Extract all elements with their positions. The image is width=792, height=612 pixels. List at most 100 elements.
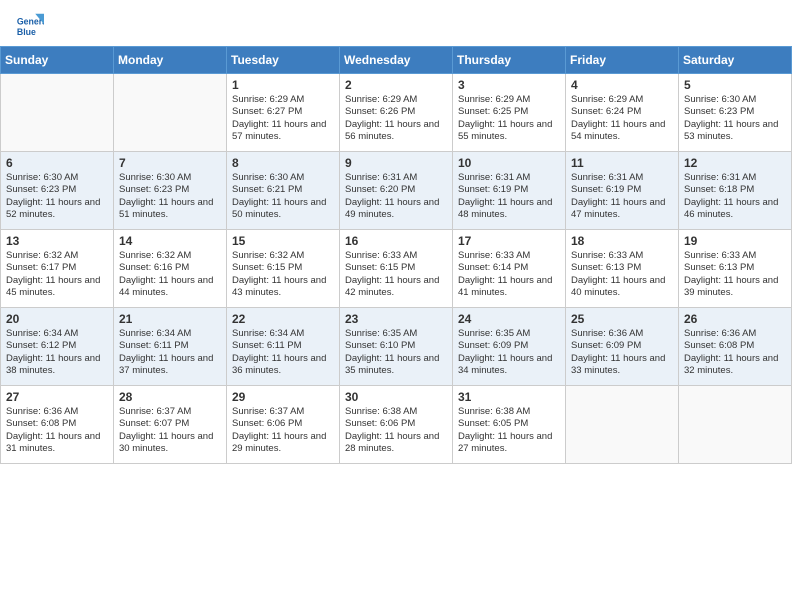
day-info: Sunrise: 6:34 AMSunset: 6:12 PMDaylight:… <box>6 328 108 377</box>
day-info: Sunrise: 6:37 AMSunset: 6:07 PMDaylight:… <box>119 406 221 455</box>
calendar-cell: 8 Sunrise: 6:30 AMSunset: 6:21 PMDaylight… <box>227 152 340 230</box>
day-info: Sunrise: 6:30 AMSunset: 6:23 PMDaylight:… <box>119 172 221 221</box>
day-info: Sunrise: 6:30 AMSunset: 6:21 PMDaylight:… <box>232 172 334 221</box>
day-number: 17 <box>458 234 560 248</box>
calendar-cell: 19 Sunrise: 6:33 AMSunset: 6:13 PMDayligh… <box>679 230 792 308</box>
day-info: Sunrise: 6:31 AMSunset: 6:19 PMDaylight:… <box>571 172 673 221</box>
calendar-week-row: 13 Sunrise: 6:32 AMSunset: 6:17 PMDayligh… <box>1 230 792 308</box>
day-number: 18 <box>571 234 673 248</box>
calendar-cell: 10 Sunrise: 6:31 AMSunset: 6:19 PMDayligh… <box>453 152 566 230</box>
calendar-cell: 13 Sunrise: 6:32 AMSunset: 6:17 PMDayligh… <box>1 230 114 308</box>
logo-icon: General Blue <box>16 12 44 40</box>
calendar-cell: 23 Sunrise: 6:35 AMSunset: 6:10 PMDayligh… <box>340 308 453 386</box>
calendar-cell: 2 Sunrise: 6:29 AMSunset: 6:26 PMDaylight… <box>340 74 453 152</box>
weekday-header-friday: Friday <box>566 47 679 74</box>
calendar-week-row: 6 Sunrise: 6:30 AMSunset: 6:23 PMDaylight… <box>1 152 792 230</box>
day-number: 3 <box>458 78 560 92</box>
day-info: Sunrise: 6:33 AMSunset: 6:14 PMDaylight:… <box>458 250 560 299</box>
day-info: Sunrise: 6:29 AMSunset: 6:25 PMDaylight:… <box>458 94 560 143</box>
day-number: 14 <box>119 234 221 248</box>
day-number: 25 <box>571 312 673 326</box>
day-info: Sunrise: 6:33 AMSunset: 6:13 PMDaylight:… <box>571 250 673 299</box>
day-number: 22 <box>232 312 334 326</box>
day-number: 6 <box>6 156 108 170</box>
day-number: 8 <box>232 156 334 170</box>
weekday-header-sunday: Sunday <box>1 47 114 74</box>
calendar-cell: 25 Sunrise: 6:36 AMSunset: 6:09 PMDayligh… <box>566 308 679 386</box>
day-number: 31 <box>458 390 560 404</box>
day-number: 5 <box>684 78 786 92</box>
weekday-header-thursday: Thursday <box>453 47 566 74</box>
calendar-cell: 7 Sunrise: 6:30 AMSunset: 6:23 PMDaylight… <box>114 152 227 230</box>
calendar-cell: 5 Sunrise: 6:30 AMSunset: 6:23 PMDaylight… <box>679 74 792 152</box>
day-number: 10 <box>458 156 560 170</box>
header: General Blue <box>0 0 792 46</box>
day-info: Sunrise: 6:36 AMSunset: 6:08 PMDaylight:… <box>6 406 108 455</box>
calendar-cell: 6 Sunrise: 6:30 AMSunset: 6:23 PMDaylight… <box>1 152 114 230</box>
day-number: 28 <box>119 390 221 404</box>
calendar-week-row: 27 Sunrise: 6:36 AMSunset: 6:08 PMDayligh… <box>1 386 792 464</box>
weekday-header-saturday: Saturday <box>679 47 792 74</box>
day-number: 30 <box>345 390 447 404</box>
calendar-cell: 28 Sunrise: 6:37 AMSunset: 6:07 PMDayligh… <box>114 386 227 464</box>
day-info: Sunrise: 6:30 AMSunset: 6:23 PMDaylight:… <box>684 94 786 143</box>
day-number: 23 <box>345 312 447 326</box>
calendar-cell: 1 Sunrise: 6:29 AMSunset: 6:27 PMDaylight… <box>227 74 340 152</box>
day-info: Sunrise: 6:33 AMSunset: 6:13 PMDaylight:… <box>684 250 786 299</box>
calendar-cell: 15 Sunrise: 6:32 AMSunset: 6:15 PMDayligh… <box>227 230 340 308</box>
day-info: Sunrise: 6:29 AMSunset: 6:27 PMDaylight:… <box>232 94 334 143</box>
day-number: 19 <box>684 234 786 248</box>
calendar-cell: 3 Sunrise: 6:29 AMSunset: 6:25 PMDaylight… <box>453 74 566 152</box>
calendar-cell: 17 Sunrise: 6:33 AMSunset: 6:14 PMDayligh… <box>453 230 566 308</box>
calendar-cell: 24 Sunrise: 6:35 AMSunset: 6:09 PMDayligh… <box>453 308 566 386</box>
day-info: Sunrise: 6:33 AMSunset: 6:15 PMDaylight:… <box>345 250 447 299</box>
day-info: Sunrise: 6:36 AMSunset: 6:09 PMDaylight:… <box>571 328 673 377</box>
day-number: 11 <box>571 156 673 170</box>
day-info: Sunrise: 6:34 AMSunset: 6:11 PMDaylight:… <box>119 328 221 377</box>
day-info: Sunrise: 6:30 AMSunset: 6:23 PMDaylight:… <box>6 172 108 221</box>
day-number: 12 <box>684 156 786 170</box>
day-info: Sunrise: 6:29 AMSunset: 6:24 PMDaylight:… <box>571 94 673 143</box>
day-number: 15 <box>232 234 334 248</box>
day-number: 16 <box>345 234 447 248</box>
day-number: 13 <box>6 234 108 248</box>
day-number: 24 <box>458 312 560 326</box>
day-info: Sunrise: 6:31 AMSunset: 6:19 PMDaylight:… <box>458 172 560 221</box>
day-number: 1 <box>232 78 334 92</box>
calendar-cell <box>566 386 679 464</box>
calendar-cell: 26Sunrise: 6:36 AMSunset: 6:08 PMDayligh… <box>679 308 792 386</box>
calendar-cell: 9Sunrise: 6:31 AMSunset: 6:20 PMDaylight… <box>340 152 453 230</box>
day-number: 27 <box>6 390 108 404</box>
day-number: 2 <box>345 78 447 92</box>
page: General Blue SundayMondayTuesdayWednesda… <box>0 0 792 612</box>
day-number: 4 <box>571 78 673 92</box>
day-info: Sunrise: 6:35 AMSunset: 6:09 PMDaylight:… <box>458 328 560 377</box>
calendar-cell: 18 Sunrise: 6:33 AMSunset: 6:13 PMDayligh… <box>566 230 679 308</box>
weekday-header-wednesday: Wednesday <box>340 47 453 74</box>
day-info: Sunrise: 6:32 AMSunset: 6:15 PMDaylight:… <box>232 250 334 299</box>
day-info: Sunrise: 6:32 AMSunset: 6:17 PMDaylight:… <box>6 250 108 299</box>
calendar-cell <box>1 74 114 152</box>
day-info: Sunrise: 6:38 AMSunset: 6:06 PMDaylight:… <box>345 406 447 455</box>
day-info: Sunrise: 6:35 AMSunset: 6:10 PMDaylight:… <box>345 328 447 377</box>
day-info: Sunrise: 6:37 AMSunset: 6:06 PMDaylight:… <box>232 406 334 455</box>
calendar-cell: 20 Sunrise: 6:34 AMSunset: 6:12 PMDayligh… <box>1 308 114 386</box>
day-number: 29 <box>232 390 334 404</box>
calendar-cell: 12 Sunrise: 6:31 AMSunset: 6:18 PMDayligh… <box>679 152 792 230</box>
day-number: 7 <box>119 156 221 170</box>
calendar-cell: 16 Sunrise: 6:33 AMSunset: 6:15 PMDayligh… <box>340 230 453 308</box>
day-info: Sunrise: 6:29 AMSunset: 6:26 PMDaylight:… <box>345 94 447 143</box>
weekday-header-tuesday: Tuesday <box>227 47 340 74</box>
logo: General Blue <box>16 12 46 40</box>
calendar-cell: 14Sunrise: 6:32 AMSunset: 6:16 PMDayligh… <box>114 230 227 308</box>
weekday-header-monday: Monday <box>114 47 227 74</box>
calendar-header-row: SundayMondayTuesdayWednesdayThursdayFrid… <box>1 47 792 74</box>
calendar-table: SundayMondayTuesdayWednesdayThursdayFrid… <box>0 46 792 464</box>
day-info: Sunrise: 6:31 AMSunset: 6:18 PMDaylight:… <box>684 172 786 221</box>
calendar-cell: 4 Sunrise: 6:29 AMSunset: 6:24 PMDaylight… <box>566 74 679 152</box>
day-number: 20 <box>6 312 108 326</box>
calendar-cell: 21Sunrise: 6:34 AMSunset: 6:11 PMDayligh… <box>114 308 227 386</box>
calendar-cell <box>679 386 792 464</box>
calendar-cell: 31Sunrise: 6:38 AMSunset: 6:05 PMDayligh… <box>453 386 566 464</box>
day-number: 26 <box>684 312 786 326</box>
